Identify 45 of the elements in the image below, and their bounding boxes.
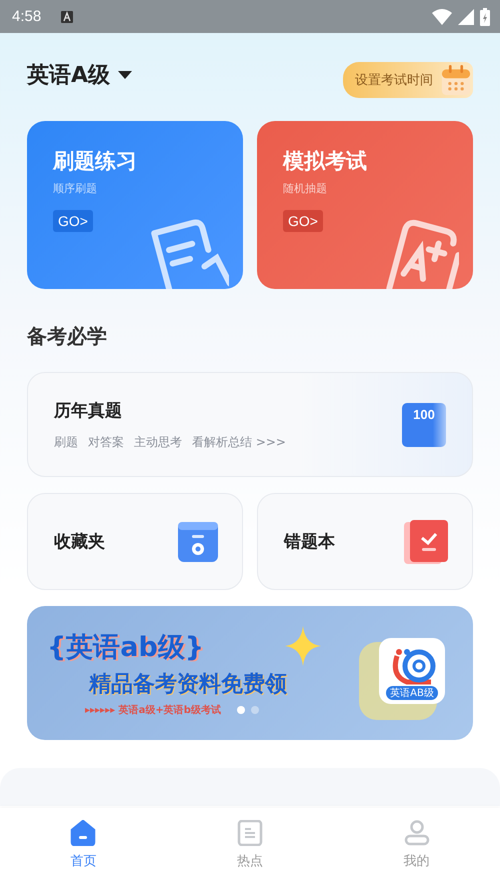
banner-note: ▸▸▸▸▸▸ 英语a级+英语b级考试	[85, 704, 221, 717]
battery-icon	[480, 8, 490, 26]
card-subtitle: 随机抽题	[283, 181, 327, 196]
feature-tag: 刷题	[54, 434, 78, 450]
card-title: 模拟考试	[283, 148, 367, 175]
go-button[interactable]: GO>	[53, 210, 93, 232]
past-papers-card[interactable]: 历年真题 刷题 对答案 主动思考 看解析总结 >>> 100	[27, 372, 473, 477]
checked-book-icon	[404, 520, 448, 564]
card-subtitle: 顺序刷题	[53, 181, 97, 196]
status-time: 4:58	[12, 8, 42, 25]
carousel-dot[interactable]	[250, 706, 259, 714]
score-text: 100	[413, 406, 435, 422]
carousel-dot[interactable]	[236, 706, 245, 714]
tool-card[interactable]: 收藏夹	[27, 493, 243, 590]
set-exam-time-button[interactable]: 设置考试时间	[343, 62, 473, 98]
logo-text: 英语AB级	[386, 686, 438, 700]
feature-tag: 看解析总结 >>>	[192, 434, 286, 450]
wifi-icon	[432, 8, 452, 24]
promo-banner[interactable]: {英语ab级} 精品备考资料免费领 ▸▸▸▸▸▸ 英语a级+英语b级考试 英语AB级	[27, 606, 473, 740]
tab[interactable]: 热点	[166, 808, 334, 888]
document-icon	[237, 820, 263, 846]
card-title: 错题本	[284, 531, 335, 553]
profile-icon	[404, 820, 430, 846]
banner-subline: 精品备考资料免费领	[89, 671, 287, 699]
tab[interactable]: 我的	[333, 808, 500, 888]
section-title: 备考必学	[27, 323, 108, 350]
tab[interactable]: 首页	[0, 808, 167, 888]
exam-level-title[interactable]: 英语A级	[27, 60, 110, 90]
box-icon	[178, 522, 218, 562]
calendar-icon	[441, 64, 471, 96]
go-button[interactable]: GO>	[283, 210, 323, 232]
practice-card[interactable]: 刷题练习 顺序刷题 GO>	[27, 121, 243, 289]
card-title: 收藏夹	[54, 531, 105, 553]
sparkle-icon	[285, 626, 321, 666]
feature-tag: 对答案	[88, 434, 124, 450]
dropdown-caret-icon[interactable]	[118, 71, 132, 79]
banner-headline: {英语ab级}	[47, 631, 205, 665]
card-title: 刷题练习	[53, 148, 137, 175]
card-title: 历年真题	[54, 400, 123, 422]
feature-tag: 主动思考	[134, 434, 182, 450]
home-icon	[70, 820, 96, 846]
signal-icon	[458, 8, 474, 24]
practice-card[interactable]: 模拟考试 随机抽题 GO>	[257, 121, 473, 289]
notification-icon	[61, 10, 74, 22]
tool-card[interactable]: 错题本	[257, 493, 473, 590]
